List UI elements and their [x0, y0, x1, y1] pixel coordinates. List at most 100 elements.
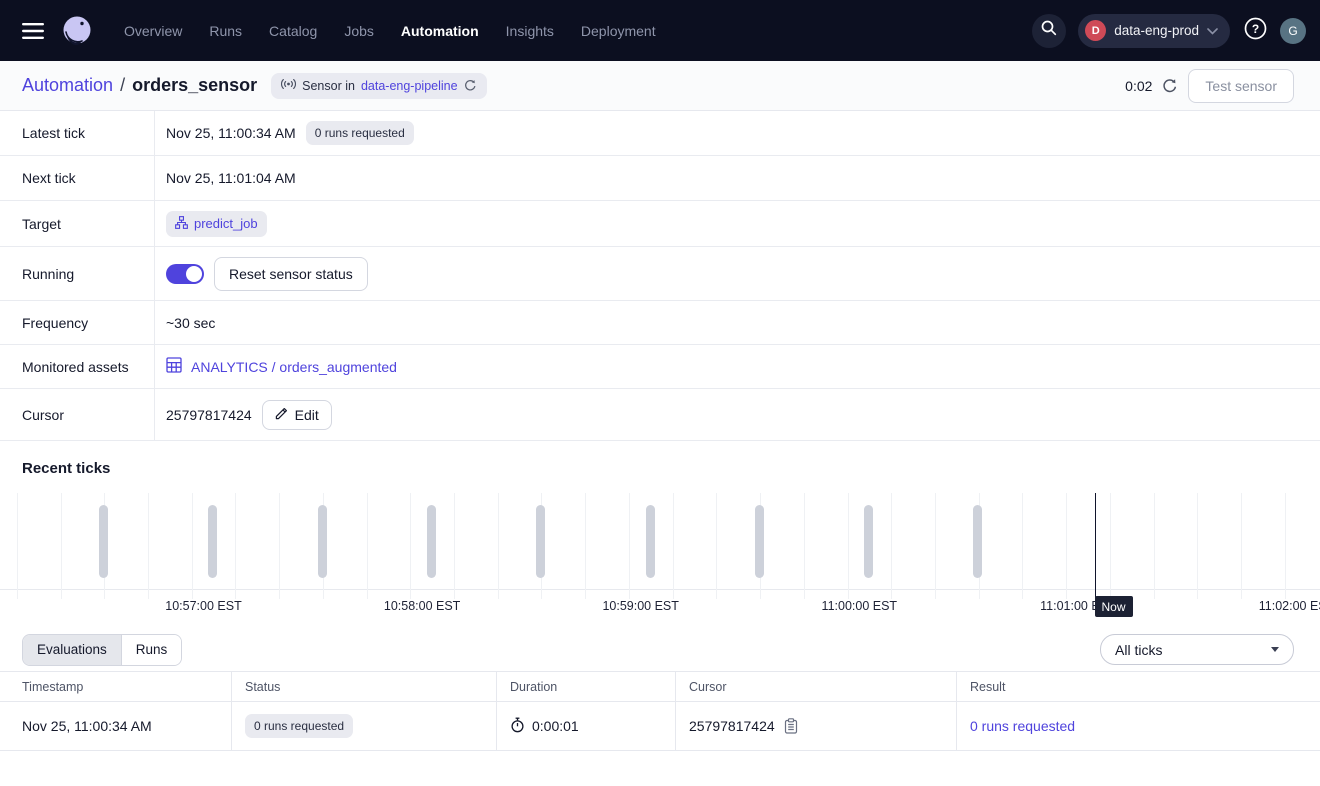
top-nav: Overview Runs Catalog Jobs Automation In…	[0, 0, 1320, 61]
tick-bar[interactable]	[864, 505, 873, 578]
deployment-status-badge: D	[1085, 20, 1106, 41]
running-label: Running	[0, 247, 155, 300]
chart-gridline	[498, 493, 499, 599]
running-toggle[interactable]	[166, 264, 204, 284]
row-status-tag: 0 runs requested	[245, 714, 353, 738]
menu-icon[interactable]	[18, 16, 48, 46]
chart-gridline	[1241, 493, 1242, 599]
chart-gridline	[848, 493, 849, 599]
monitored-asset-link[interactable]: ANALYTICS / orders_augmented	[166, 357, 397, 376]
caret-down-icon	[1271, 647, 1279, 652]
nav-links: Overview Runs Catalog Jobs Automation In…	[124, 23, 656, 39]
test-sensor-button[interactable]: Test sensor	[1188, 69, 1294, 103]
monitored-assets-label: Monitored assets	[0, 345, 155, 388]
edit-cursor-button[interactable]: Edit	[262, 400, 332, 430]
header-actions: 0:02 Test sensor	[1125, 69, 1294, 103]
tick-bar[interactable]	[755, 505, 764, 578]
now-marker-line	[1095, 493, 1097, 599]
tick-bar[interactable]	[208, 505, 217, 578]
chart-gridline	[629, 493, 630, 599]
next-tick-label: Next tick	[0, 156, 155, 200]
tab-evaluations[interactable]: Evaluations	[23, 635, 121, 665]
tab-runs[interactable]: Runs	[121, 635, 182, 665]
cursor-label: Cursor	[0, 389, 155, 440]
pencil-icon	[275, 407, 288, 423]
column-header-cursor: Cursor	[676, 672, 957, 701]
tick-bar[interactable]	[646, 505, 655, 578]
next-tick-row: Next tick Nov 25, 11:01:04 AM	[0, 156, 1320, 201]
row-duration: 0:00:01	[532, 718, 579, 734]
deployment-switcher[interactable]: D data-eng-prod	[1078, 14, 1230, 48]
chart-axis-label: 11:00:00 EST	[822, 599, 898, 613]
tick-bar[interactable]	[427, 505, 436, 578]
nav-item-overview[interactable]: Overview	[124, 23, 182, 39]
chart-gridline	[1197, 493, 1198, 599]
nav-item-insights[interactable]: Insights	[506, 23, 554, 39]
user-avatar[interactable]: G	[1280, 18, 1306, 44]
tick-bar[interactable]	[318, 505, 327, 578]
recent-ticks-heading: Recent ticks	[0, 441, 1320, 492]
column-header-status: Status	[232, 672, 497, 701]
chart-gridline	[279, 493, 280, 599]
chart-gridline	[673, 493, 674, 599]
help-button[interactable]: ?	[1242, 18, 1268, 44]
copy-clipboard-icon[interactable]	[784, 718, 798, 734]
frequency-value: ~30 sec	[166, 315, 215, 331]
tick-bar[interactable]	[973, 505, 982, 578]
breadcrumb-automation-link[interactable]: Automation	[22, 75, 113, 96]
cursor-row: Cursor 25797817424 Edit	[0, 389, 1320, 441]
latest-tick-row: Latest tick Nov 25, 11:00:34 AM 0 runs r…	[0, 111, 1320, 156]
recent-ticks-chart: 10:57:00 EST10:58:00 EST10:59:00 EST11:0…	[0, 492, 1320, 616]
nav-item-catalog[interactable]: Catalog	[269, 23, 317, 39]
chart-gridline	[716, 493, 717, 599]
nav-item-deployment[interactable]: Deployment	[581, 23, 656, 39]
latest-tick-time: Nov 25, 11:00:34 AM	[166, 125, 296, 141]
latest-tick-status-tag: 0 runs requested	[306, 121, 414, 145]
nav-right: D data-eng-prod ? G	[1032, 14, 1306, 48]
nav-item-runs[interactable]: Runs	[209, 23, 242, 39]
next-tick-time: Nov 25, 11:01:04 AM	[166, 170, 296, 186]
row-result-link[interactable]: 0 runs requested	[970, 718, 1075, 734]
dagster-logo-icon[interactable]	[58, 12, 96, 50]
reload-location-icon[interactable]	[464, 79, 477, 92]
chart-axis-label: 11:02:00 EST	[1259, 599, 1320, 613]
help-icon: ?	[1244, 17, 1267, 45]
page-title: orders_sensor	[132, 75, 257, 96]
reset-sensor-status-button[interactable]: Reset sensor status	[214, 257, 368, 291]
table-header-row: Timestamp Status Duration Cursor Result	[0, 672, 1320, 702]
target-label: Target	[0, 201, 155, 246]
now-marker-label: Now	[1095, 596, 1133, 617]
nav-item-automation[interactable]: Automation	[401, 23, 479, 39]
chart-gridline	[192, 493, 193, 599]
chart-gridline	[1066, 493, 1067, 599]
job-icon	[175, 216, 188, 232]
code-location-link[interactable]: data-eng-pipeline	[361, 79, 458, 93]
monitored-asset-name: ANALYTICS / orders_augmented	[191, 359, 397, 375]
tick-filter-select[interactable]: All ticks	[1100, 634, 1294, 665]
latest-tick-label: Latest tick	[0, 111, 155, 155]
tick-bar[interactable]	[536, 505, 545, 578]
tick-bar[interactable]	[99, 505, 108, 578]
chart-axis-label: 10:59:00 EST	[602, 599, 678, 613]
chart-gridline	[148, 493, 149, 599]
cursor-value: 25797817424	[166, 407, 252, 423]
row-cursor: 25797817424	[689, 718, 775, 734]
chart-gridline	[235, 493, 236, 599]
refresh-icon[interactable]	[1162, 78, 1178, 94]
chart-gridline	[804, 493, 805, 599]
nav-item-jobs[interactable]: Jobs	[344, 23, 374, 39]
column-header-timestamp: Timestamp	[0, 672, 232, 701]
chart-gridline	[367, 493, 368, 599]
chevron-down-icon	[1207, 22, 1218, 40]
frequency-label: Frequency	[0, 301, 155, 344]
search-button[interactable]	[1032, 14, 1066, 48]
monitored-assets-row: Monitored assets ANALYTICS / orders_augm…	[0, 345, 1320, 389]
target-job-tag[interactable]: predict_job	[166, 211, 267, 237]
asset-table-icon	[166, 357, 182, 376]
sensor-details: Latest tick Nov 25, 11:00:34 AM 0 runs r…	[0, 111, 1320, 441]
chart-axis-line	[0, 589, 1320, 590]
deployment-name: data-eng-prod	[1114, 23, 1199, 38]
chart-axis-label: 10:57:00 EST	[165, 599, 241, 613]
chart-gridline	[1285, 493, 1286, 599]
frequency-row: Frequency ~30 sec	[0, 301, 1320, 345]
